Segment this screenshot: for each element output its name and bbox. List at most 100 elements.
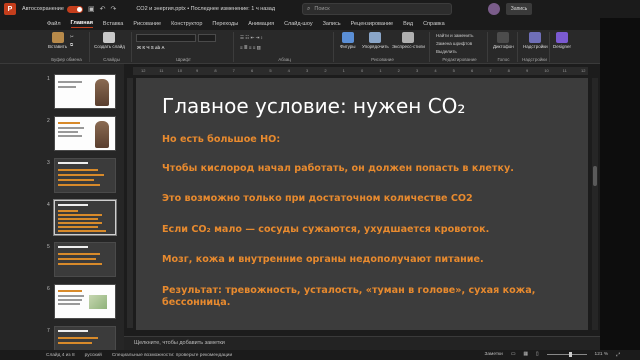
ruler-tick-label: 4 bbox=[287, 68, 290, 73]
paste-button[interactable]: Вставить bbox=[48, 32, 67, 49]
slide-counter: Слайд 4 из 8 bbox=[46, 352, 75, 358]
thumbnail-text bbox=[58, 226, 98, 228]
normal-view-icon[interactable]: ▭ bbox=[511, 352, 516, 358]
thumbnail-text bbox=[58, 86, 76, 88]
quick-styles-button[interactable]: Экспресс-стили bbox=[392, 32, 425, 49]
drawing-group: Фигуры Упорядочить Экспресс-стили Рисова… bbox=[336, 32, 430, 62]
fit-slide-icon[interactable]: ⤢ bbox=[616, 352, 620, 358]
thumbnail-text bbox=[58, 258, 96, 260]
thumbnail-text bbox=[58, 122, 80, 124]
zoom-slider[interactable] bbox=[546, 352, 587, 357]
tab-help[interactable]: Справка bbox=[423, 21, 445, 27]
thumbnail-text bbox=[58, 218, 98, 220]
tab-view[interactable]: Вид bbox=[403, 21, 413, 27]
slide-thumbnail-1[interactable] bbox=[54, 74, 116, 109]
reading-view-icon[interactable]: ▯ bbox=[536, 352, 539, 358]
title-bar: P Автосохранение ▣ ↶ ↷ CO2 и энергия.ppt… bbox=[0, 0, 640, 18]
search-box[interactable]: ⌕ Поиск bbox=[302, 3, 452, 15]
document-title[interactable]: CO2 и энергия.pptx • Последнее изменение… bbox=[136, 6, 275, 12]
paste-label: Вставить bbox=[48, 44, 68, 49]
designer-button[interactable]: Designer bbox=[553, 32, 571, 49]
thumbnail-text bbox=[58, 81, 82, 83]
thumbnail-text bbox=[58, 127, 84, 129]
cut-icon[interactable]: ✂ bbox=[70, 34, 74, 40]
designer-icon bbox=[556, 32, 568, 43]
save-icon[interactable]: ▣ bbox=[88, 5, 95, 13]
thumbnail-title bbox=[58, 246, 88, 248]
ruler-tick-label: 3 bbox=[306, 68, 309, 73]
sorter-view-icon[interactable]: ▦ bbox=[523, 352, 528, 358]
slide-thumbnail-2[interactable] bbox=[54, 116, 116, 151]
align-icon[interactable]: ≡ ≣ ≡ ≡ ▥ bbox=[240, 45, 261, 51]
redo-icon[interactable]: ↷ bbox=[110, 5, 116, 13]
thumbnail-number: 1 bbox=[47, 76, 50, 82]
slide-paragraph: Мозг, кожа и внутренние органы недополуч… bbox=[162, 254, 484, 265]
replace-fonts-button[interactable]: Замена шрифтов bbox=[436, 41, 472, 46]
tab-design[interactable]: Конструктор bbox=[171, 21, 202, 27]
slide-thumbnail-6[interactable] bbox=[54, 284, 116, 319]
thumbnail-row[interactable]: 7 bbox=[0, 326, 124, 350]
thumbnail-number: 4 bbox=[47, 202, 50, 208]
tab-insert[interactable]: Вставка bbox=[103, 21, 123, 27]
thumbnail-row[interactable]: 1 bbox=[0, 74, 124, 114]
powerpoint-logo-icon: P bbox=[4, 3, 16, 15]
thumbnail-row[interactable]: 2 bbox=[0, 116, 124, 156]
tab-animations[interactable]: Анимация bbox=[248, 21, 274, 27]
bullets-icon[interactable]: ☰ ☷ ⇤ ⇥ ↕ bbox=[240, 35, 263, 41]
clipboard-group: Вставить ✂ ⧉ Буфер обмена bbox=[44, 32, 90, 62]
font-group-label: Шрифт bbox=[176, 57, 191, 62]
find-button[interactable]: Найти и заменить bbox=[436, 33, 473, 38]
shapes-button[interactable]: Фигуры bbox=[340, 32, 356, 49]
search-icon: ⌕ bbox=[307, 5, 311, 12]
autosave-label: Автосохранение bbox=[22, 6, 64, 12]
ruler-tick-label: 9 bbox=[196, 68, 199, 73]
slide-canvas[interactable]: Главное условие: нужен СО₂ Но есть больш… bbox=[136, 78, 588, 330]
scrollbar-thumb[interactable] bbox=[593, 166, 597, 186]
notes-button[interactable]: Заметки bbox=[484, 352, 502, 358]
zoom-level[interactable]: 121 % bbox=[595, 352, 609, 358]
notes-pane[interactable]: Щелкните, чтобы добавить заметки bbox=[124, 336, 600, 350]
vertical-scrollbar[interactable] bbox=[592, 78, 598, 330]
tab-slideshow[interactable]: Слайд-шоу bbox=[284, 21, 313, 27]
vertical-ruler bbox=[127, 78, 133, 328]
tab-draw[interactable]: Рисование bbox=[133, 21, 161, 27]
arrange-button[interactable]: Упорядочить bbox=[362, 32, 389, 49]
voice-group-label: Голос bbox=[497, 57, 510, 62]
dictate-button[interactable]: Диктофон bbox=[493, 32, 514, 49]
ruler-tick-label: 8 bbox=[214, 68, 217, 73]
tab-record[interactable]: Запись bbox=[323, 21, 341, 27]
slide-thumbnail-7[interactable] bbox=[54, 326, 116, 350]
thumbnail-row[interactable]: 6 bbox=[0, 284, 124, 324]
slide-thumbnail-5[interactable] bbox=[54, 242, 116, 277]
bold-icon[interactable]: Ж К Ч S ab A bbox=[137, 45, 165, 50]
font-size-select[interactable] bbox=[198, 34, 216, 42]
record-button[interactable]: Запись bbox=[506, 3, 532, 15]
tab-transitions[interactable]: Переходы bbox=[212, 21, 238, 27]
language-indicator[interactable]: русский bbox=[85, 353, 102, 358]
copy-icon[interactable]: ⧉ bbox=[70, 42, 73, 47]
tab-review[interactable]: Рецензирование bbox=[351, 21, 393, 27]
tab-file[interactable]: Файл bbox=[47, 21, 61, 27]
thumbnail-title bbox=[58, 330, 88, 332]
font-group: Ж К Ч S ab A Шрифт bbox=[134, 32, 234, 62]
undo-icon[interactable]: ↶ bbox=[100, 5, 106, 13]
thumbnail-row[interactable]: 5 bbox=[0, 242, 124, 282]
slide-thumbnail-4[interactable] bbox=[53, 199, 117, 236]
slide-body[interactable]: Но есть большое НО: Чтобы кислород начал… bbox=[162, 134, 577, 310]
paragraph-group: ☰ ☷ ⇤ ⇥ ↕ ≡ ≣ ≡ ≡ ▥ Абзац bbox=[236, 32, 334, 62]
slide-thumbnail-3[interactable] bbox=[54, 158, 116, 193]
accessibility-status[interactable]: Специальные возможности: проверьте реком… bbox=[112, 353, 232, 358]
thumbnail-row[interactable]: 3 bbox=[0, 158, 124, 198]
select-button[interactable]: Выделить bbox=[436, 49, 457, 54]
new-slide-button[interactable]: Создать слайд bbox=[94, 32, 125, 49]
user-avatar[interactable] bbox=[488, 3, 500, 15]
font-family-select[interactable] bbox=[136, 34, 196, 42]
addins-button[interactable]: Надстройки bbox=[523, 32, 548, 49]
clipboard-icon bbox=[51, 32, 64, 43]
tab-home[interactable]: Главная bbox=[70, 20, 93, 28]
slide-title[interactable]: Главное условие: нужен СО₂ bbox=[162, 94, 465, 118]
ruler-tick-label: 2 bbox=[397, 68, 400, 73]
thumbnail-row[interactable]: 4 bbox=[0, 199, 124, 240]
thumbnail-title bbox=[58, 162, 88, 164]
autosave-toggle[interactable] bbox=[66, 5, 83, 13]
